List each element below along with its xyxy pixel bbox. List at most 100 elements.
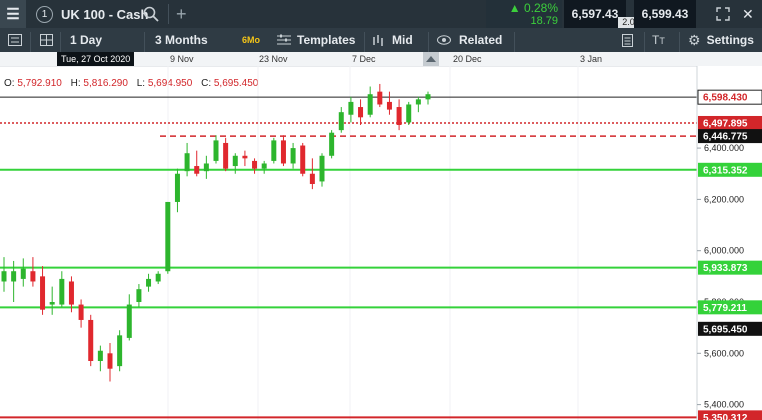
level-lines xyxy=(0,96,697,419)
chart-toolbar: 1 Day 3 Months 6Mo Templates Mid Related… xyxy=(0,28,762,52)
templates-label: Templates xyxy=(297,33,356,47)
settings-button[interactable]: ⚙ Settings xyxy=(688,28,754,52)
layout-button[interactable] xyxy=(40,28,53,52)
range-badge[interactable]: 6Mo xyxy=(242,28,260,52)
candle-body xyxy=(338,112,344,131)
candle-body xyxy=(78,304,84,320)
candle-body xyxy=(11,271,17,282)
divider xyxy=(168,4,169,24)
divider xyxy=(514,32,515,52)
expand-button[interactable] xyxy=(716,0,730,28)
date-label: 23 Nov xyxy=(259,54,288,64)
candle-body xyxy=(386,101,392,110)
price-chart[interactable]: 6,400.0006,200.0006,000.0005,800.0005,60… xyxy=(0,66,762,420)
change-absolute: 18.79 xyxy=(530,15,558,27)
divider xyxy=(679,32,680,52)
candle-body xyxy=(213,140,219,161)
price-tag-label: 6,497.895 xyxy=(703,118,748,129)
candle-body xyxy=(20,268,26,279)
date-axis: Tue, 27 Oct 2020 9 Nov 23 Nov 7 Dec 20 D… xyxy=(0,52,762,67)
related-label: Related xyxy=(459,33,503,47)
candle-body xyxy=(165,201,171,272)
price-tag-label: 6,446.775 xyxy=(703,132,748,143)
price-type-label: Mid xyxy=(392,33,413,47)
close-icon: ✕ xyxy=(742,5,754,22)
candle-body xyxy=(30,271,36,282)
instrument-name: UK 100 - Cash xyxy=(61,6,149,22)
grid-layout-icon xyxy=(40,34,53,46)
date-label: 3 Jan xyxy=(580,54,603,64)
text-size-button[interactable]: TT xyxy=(652,28,665,52)
gear-icon: ⚙ xyxy=(688,31,701,48)
candle-body xyxy=(261,163,267,169)
divider xyxy=(60,32,61,52)
plus-icon: + xyxy=(176,3,187,24)
change-panel: ▲ 0.28% 18.79 xyxy=(486,0,562,28)
chart-list-button[interactable] xyxy=(8,28,22,52)
document-icon xyxy=(622,33,633,47)
candle-body xyxy=(155,273,161,282)
price-tag-label: 5,779.211 xyxy=(703,303,747,314)
candle-body xyxy=(425,94,431,100)
caret-up-icon xyxy=(426,56,436,62)
candle-body xyxy=(396,107,402,125)
price-type-button[interactable]: Mid xyxy=(372,28,413,52)
up-arrow-icon: ▲ xyxy=(508,1,521,15)
sell-price-button[interactable]: 6,597.43 xyxy=(564,0,626,28)
candle-body xyxy=(329,132,335,156)
candle-body xyxy=(174,173,180,202)
hamburger-icon: ☰ xyxy=(6,6,20,23)
candle-body xyxy=(319,155,325,182)
candle-body xyxy=(223,142,229,169)
price-tag-label: 5,695.450 xyxy=(703,324,748,335)
interval-dropdown[interactable]: 1 Day xyxy=(70,28,102,52)
candle-body xyxy=(49,302,55,305)
candle-body xyxy=(271,140,277,161)
candle-body xyxy=(1,271,7,282)
price-tick-label: 6,200.000 xyxy=(704,194,744,204)
candle-body xyxy=(290,148,296,164)
related-button[interactable]: Related xyxy=(437,28,502,52)
date-label: 7 Dec xyxy=(352,54,376,64)
candle-body xyxy=(232,155,238,167)
divider xyxy=(30,32,31,52)
candle-body xyxy=(117,335,123,367)
text-size-icon: TT xyxy=(652,33,665,47)
range-dropdown[interactable]: 3 Months xyxy=(155,28,208,52)
close-button[interactable]: ✕ xyxy=(742,0,754,28)
candle-body xyxy=(377,91,383,105)
instrument-selector[interactable]: 1 UK 100 - Cash xyxy=(36,0,148,28)
candle-body xyxy=(194,166,200,174)
candle-body xyxy=(88,319,94,361)
candle-body xyxy=(126,304,132,338)
candle-body xyxy=(146,278,152,287)
candle-body xyxy=(252,160,258,169)
price-tick-label: 5,600.000 xyxy=(704,348,744,358)
add-instrument-button[interactable]: + xyxy=(176,0,187,28)
buy-price: 6,599.43 xyxy=(641,7,689,21)
buy-price-button[interactable]: 6,599.43 xyxy=(634,0,696,28)
candle-body xyxy=(107,353,113,369)
candle-body xyxy=(367,94,373,115)
sell-price: 6,597.43 xyxy=(571,7,619,21)
price-tick-label: 6,000.000 xyxy=(704,246,744,256)
search-button[interactable] xyxy=(143,0,159,28)
vertical-gridlines xyxy=(167,66,579,420)
templates-icon xyxy=(277,34,291,45)
range-badge-label: 6Mo xyxy=(242,35,260,45)
candle-body xyxy=(309,173,315,184)
date-label: 9 Nov xyxy=(170,54,194,64)
top-bar: ☰ 1 UK 100 - Cash + ▲ 0.28% 18.79 6,597.… xyxy=(0,0,762,28)
menu-button[interactable]: ☰ xyxy=(0,0,26,28)
scroll-up-button[interactable] xyxy=(423,52,439,66)
indicators-button[interactable] xyxy=(622,28,633,52)
candle-body xyxy=(184,153,190,172)
candle-body xyxy=(415,99,421,105)
candle-body xyxy=(59,278,65,305)
candle-body xyxy=(358,107,364,118)
settings-label: Settings xyxy=(706,33,754,47)
divider xyxy=(644,32,645,52)
divider xyxy=(144,32,145,52)
candle-body xyxy=(40,276,46,310)
templates-button[interactable]: Templates xyxy=(277,28,355,52)
